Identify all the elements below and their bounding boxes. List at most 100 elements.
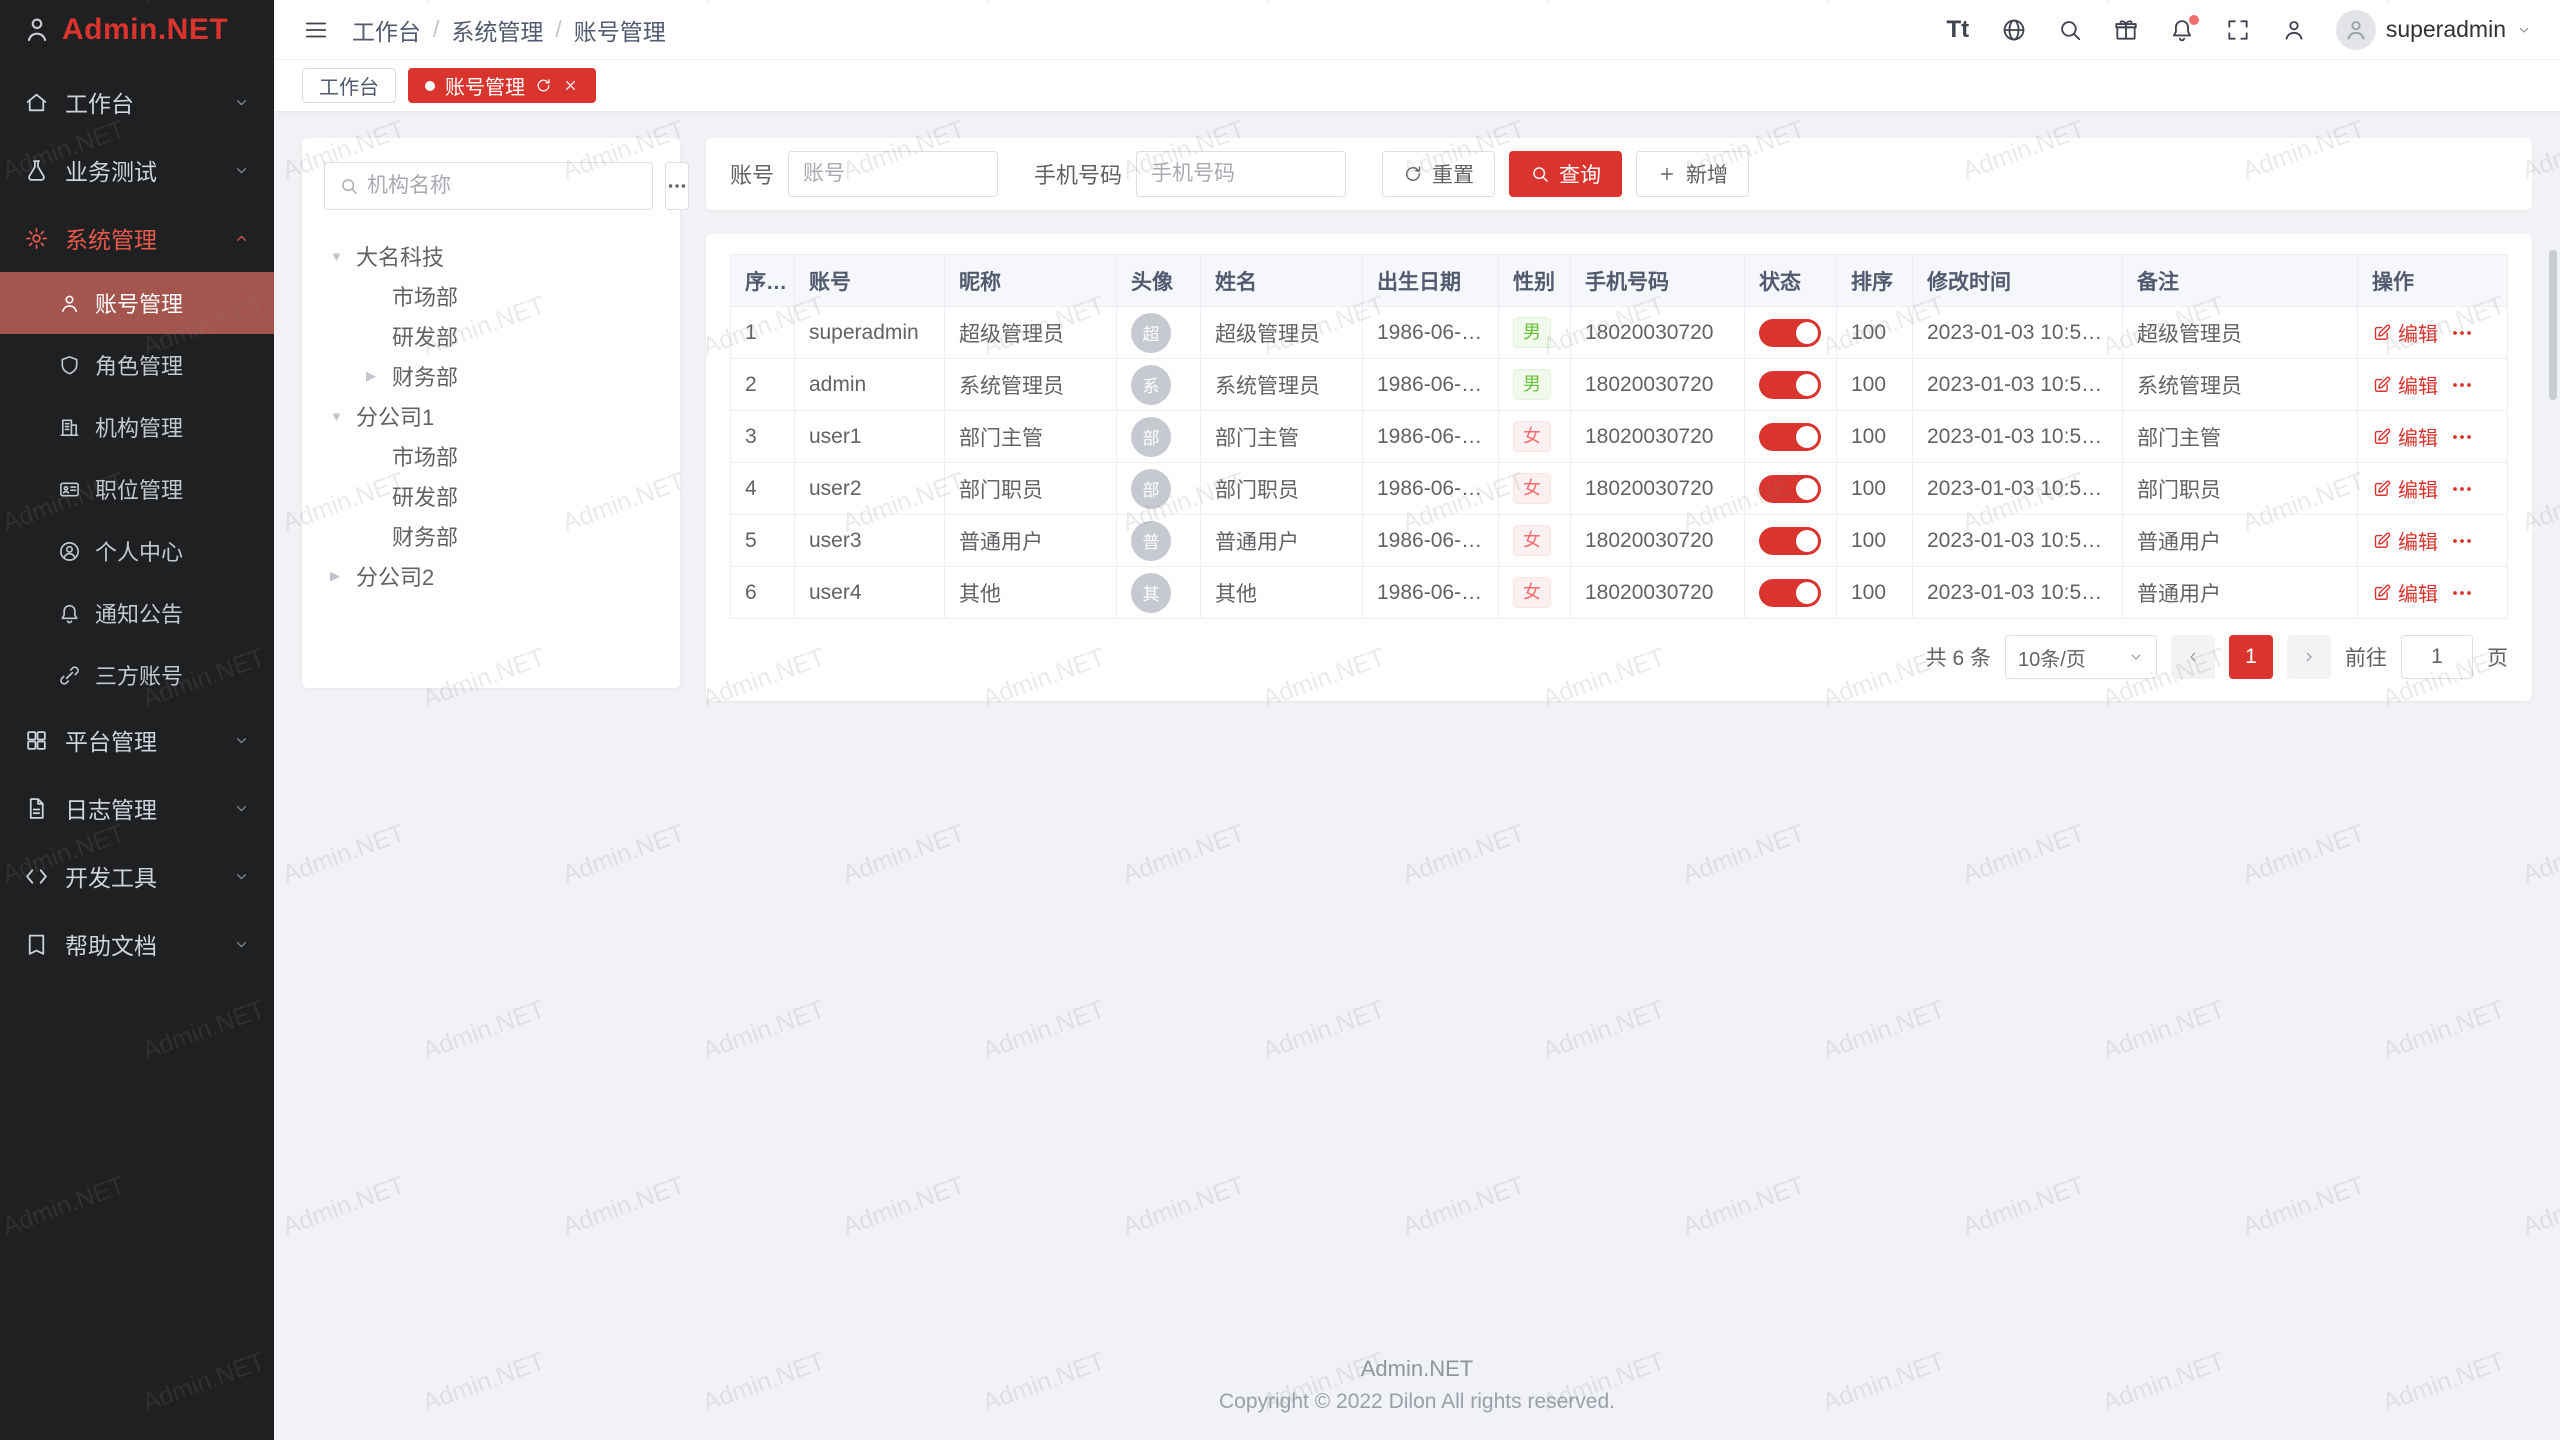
cell-avatar: 普 — [1117, 515, 1201, 567]
sidebar-item-business-test[interactable]: 业务测试 — [0, 136, 274, 204]
status-toggle[interactable] — [1759, 423, 1821, 451]
plus-icon — [1657, 164, 1677, 184]
edit-button[interactable]: 编辑 — [2372, 578, 2438, 607]
user-config-icon[interactable] — [2280, 16, 2308, 44]
status-toggle[interactable] — [1759, 579, 1821, 607]
tree-node[interactable]: ▶分公司2 — [324, 556, 658, 596]
row-more-icon[interactable] — [2450, 581, 2474, 605]
current-page-button[interactable]: 1 — [2229, 635, 2273, 679]
cell-seq: 5 — [731, 515, 795, 567]
breadcrumb: 工作台/系统管理/账号管理 — [352, 13, 666, 47]
hamburger-icon[interactable] — [302, 16, 330, 44]
row-more-icon[interactable] — [2450, 529, 2474, 553]
sidebar-item-devtools[interactable]: 开发工具 — [0, 842, 274, 910]
row-more-icon[interactable] — [2450, 477, 2474, 501]
sidebar-item-label: 帮助文档 — [65, 927, 157, 961]
status-toggle[interactable] — [1759, 319, 1821, 347]
sidebar-item-logs[interactable]: 日志管理 — [0, 774, 274, 842]
row-more-icon[interactable] — [2450, 321, 2474, 345]
sidebar-subitem-org[interactable]: 机构管理 — [0, 396, 274, 458]
cell-account: user2 — [795, 463, 945, 515]
tree-node[interactable]: ▼大名科技 — [324, 236, 658, 276]
cell-birth: 1986-06-28 — [1363, 359, 1499, 411]
sidebar-item-platform[interactable]: 平台管理 — [0, 706, 274, 774]
top-header: 工作台/系统管理/账号管理 Tt superadmin — [274, 0, 2560, 60]
row-more-icon[interactable] — [2450, 373, 2474, 397]
add-button[interactable]: 新增 — [1636, 151, 1749, 197]
table-row: 3user1部门主管部部门主管1986-06-28女18020030720100… — [731, 411, 2508, 463]
sidebar-subitem-profile[interactable]: 个人中心 — [0, 520, 274, 582]
cell-gender: 男 — [1499, 359, 1571, 411]
breadcrumb-item[interactable]: 工作台 — [352, 13, 421, 47]
code-icon — [24, 864, 49, 889]
edit-button[interactable]: 编辑 — [2372, 318, 2438, 347]
user-menu[interactable]: superadmin — [2336, 10, 2532, 50]
status-toggle[interactable] — [1759, 371, 1821, 399]
user-avatar — [2336, 10, 2376, 50]
sidebar-subitem-notice[interactable]: 通知公告 — [0, 582, 274, 644]
tab-workbench[interactable]: 工作台 — [302, 68, 396, 103]
cell-phone: 18020030720 — [1571, 307, 1745, 359]
grid-icon — [24, 728, 49, 753]
phone-label: 手机号码 — [1034, 158, 1122, 190]
goto-page-input[interactable] — [2401, 635, 2473, 679]
prev-page-button[interactable] — [2171, 635, 2215, 679]
sidebar-subitem-account[interactable]: 账号管理 — [0, 272, 274, 334]
reset-button[interactable]: 重置 — [1382, 151, 1495, 197]
tree-node[interactable]: ▶财务部 — [324, 356, 658, 396]
scrollbar-thumb[interactable] — [2549, 250, 2557, 400]
sidebar-subitem-role[interactable]: 角色管理 — [0, 334, 274, 396]
edit-button[interactable]: 编辑 — [2372, 474, 2438, 503]
org-search-input[interactable] — [367, 174, 638, 198]
content-area: ▼大名科技市场部研发部▶财务部▼分公司1市场部研发部财务部▶分公司2 账号 手机… — [274, 112, 2560, 727]
sidebar-subitem-label: 机构管理 — [95, 411, 183, 443]
font-size-icon[interactable]: Tt — [1944, 16, 1972, 44]
account-input[interactable] — [788, 151, 998, 197]
cell-phone: 18020030720 — [1571, 359, 1745, 411]
tab-account[interactable]: 账号管理 — [408, 68, 596, 103]
tree-node[interactable]: 研发部 — [324, 316, 658, 356]
sidebar-item-docs[interactable]: 帮助文档 — [0, 910, 274, 978]
sidebar-item-label: 平台管理 — [65, 723, 157, 757]
cell-nickname: 其他 — [945, 567, 1117, 619]
sidebar-item-system[interactable]: 系统管理 — [0, 204, 274, 272]
org-more-button[interactable] — [665, 162, 689, 210]
cell-status — [1745, 463, 1837, 515]
cell-gender: 男 — [1499, 307, 1571, 359]
edit-button[interactable]: 编辑 — [2372, 526, 2438, 555]
bell-icon — [58, 602, 81, 625]
phone-input[interactable] — [1136, 151, 1346, 197]
tree-node[interactable]: 市场部 — [324, 436, 658, 476]
breadcrumb-item[interactable]: 系统管理 — [451, 13, 543, 47]
search-icon[interactable] — [2056, 16, 2084, 44]
column-header: 状态 — [1745, 255, 1837, 307]
tree-node[interactable]: 研发部 — [324, 476, 658, 516]
edit-button[interactable]: 编辑 — [2372, 370, 2438, 399]
tree-node-label: 大名科技 — [356, 240, 444, 272]
search-button[interactable]: 查询 — [1509, 151, 1622, 197]
app-logo[interactable]: Admin.NET — [0, 0, 274, 60]
sidebar-item-label: 开发工具 — [65, 859, 157, 893]
tree-node[interactable]: 财务部 — [324, 516, 658, 556]
breadcrumb-item[interactable]: 账号管理 — [574, 13, 666, 47]
language-icon[interactable] — [2000, 16, 2028, 44]
theme-icon[interactable] — [2112, 16, 2140, 44]
notification-icon[interactable] — [2168, 16, 2196, 44]
next-page-button[interactable] — [2287, 635, 2331, 679]
cell-gender: 女 — [1499, 411, 1571, 463]
column-header: 账号 — [795, 255, 945, 307]
sidebar-item-workbench[interactable]: 工作台 — [0, 68, 274, 136]
tree-node[interactable]: ▼分公司1 — [324, 396, 658, 436]
edit-button[interactable]: 编辑 — [2372, 422, 2438, 451]
fullscreen-icon[interactable] — [2224, 16, 2252, 44]
tree-node[interactable]: 市场部 — [324, 276, 658, 316]
sidebar-subitem-thirdparty[interactable]: 三方账号 — [0, 644, 274, 706]
flask-icon — [24, 158, 49, 183]
status-toggle[interactable] — [1759, 527, 1821, 555]
status-toggle[interactable] — [1759, 475, 1821, 503]
row-more-icon[interactable] — [2450, 425, 2474, 449]
page-size-select[interactable]: 10条/页 — [2005, 635, 2157, 679]
tree-node-label: 分公司1 — [356, 400, 434, 432]
sidebar-subitem-position[interactable]: 职位管理 — [0, 458, 274, 520]
tree-node-label: 市场部 — [392, 280, 458, 312]
